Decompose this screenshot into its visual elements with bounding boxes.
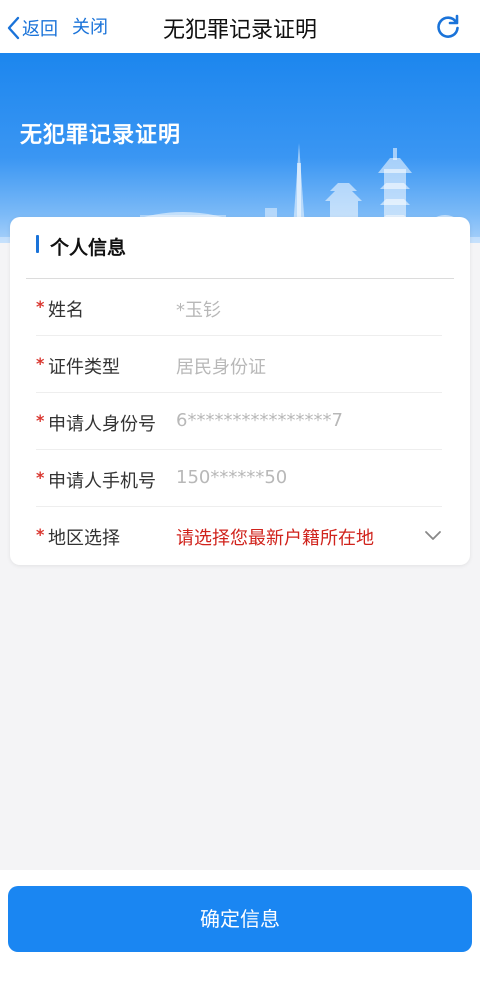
field-label-id-type: 证件类型 — [48, 357, 120, 378]
required-mark: * — [36, 411, 45, 430]
field-row-region-select[interactable]: * 地区选择 请选择您最新户籍所在地 — [36, 507, 442, 564]
field-value-id-number[interactable]: 6****************7 — [176, 410, 343, 431]
refresh-icon[interactable] — [434, 13, 462, 41]
field-label-name: 姓名 — [48, 300, 84, 321]
personal-info-card: 个人信息 * 姓名 *玉钐 * 证件类型 居民身份证 * 申请人身份号 6***… — [10, 217, 470, 565]
section-accent-bar — [36, 235, 39, 253]
chevron-down-icon[interactable] — [424, 529, 442, 541]
back-label: 返回 — [22, 19, 58, 40]
card-title: 个人信息 — [50, 237, 127, 259]
back-button[interactable]: 返回 — [6, 14, 58, 42]
field-row-phone[interactable]: * 申请人手机号 150******50 — [36, 450, 442, 507]
field-value-phone[interactable]: 150******50 — [176, 467, 287, 488]
field-value-id-type[interactable]: 居民身份证 — [176, 353, 266, 379]
required-mark: * — [36, 468, 45, 487]
close-button[interactable]: 关闭 — [72, 14, 108, 42]
required-mark: * — [36, 297, 45, 316]
field-label-phone: 申请人手机号 — [48, 471, 156, 492]
field-row-id-number[interactable]: * 申请人身份号 6****************7 — [36, 393, 442, 450]
field-value-name[interactable]: *玉钐 — [176, 296, 221, 322]
required-mark: * — [36, 354, 45, 373]
field-row-id-type[interactable]: * 证件类型 居民身份证 — [36, 336, 442, 393]
chevron-left-icon — [7, 16, 20, 40]
field-label-region: 地区选择 — [48, 528, 120, 549]
region-select-prompt[interactable]: 请选择您最新户籍所在地 — [176, 524, 374, 550]
card-header: 个人信息 — [26, 217, 454, 279]
field-label-id-number: 申请人身份号 — [48, 414, 156, 435]
header-banner: 无犯罪记录证明 — [0, 53, 480, 243]
top-nav-bar: 返回 关闭 无犯罪记录证明 — [0, 0, 480, 53]
required-mark: * — [36, 525, 45, 544]
confirm-info-button[interactable]: 确定信息 — [8, 886, 472, 952]
field-row-name[interactable]: * 姓名 *玉钐 — [36, 279, 442, 336]
